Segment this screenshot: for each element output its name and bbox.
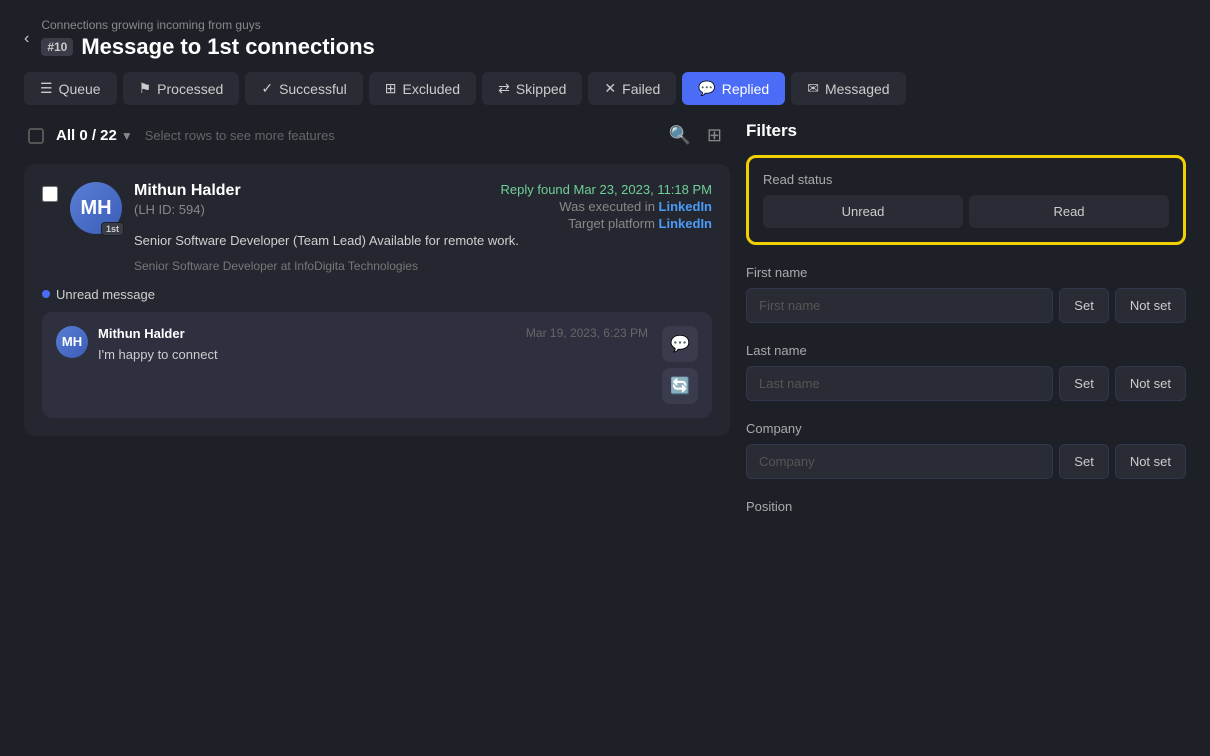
read-status-label: Read status — [763, 172, 1169, 187]
message-bubble: MH Mithun Halder Mar 19, 2023, 6:23 PM I… — [42, 312, 712, 418]
unread-badge: Unread message — [42, 287, 712, 302]
execution-info: Was executed in LinkedIn — [501, 199, 713, 214]
message-time: Mar 19, 2023, 6:23 PM — [526, 326, 648, 340]
first-name-label: First name — [746, 265, 1186, 280]
first-name-not-set-button[interactable]: Not set — [1115, 288, 1186, 323]
toolbar-actions: 🔍 ⊞ — [664, 121, 726, 150]
select-hint: Select rows to see more features — [145, 128, 653, 143]
reply-info: Reply found Mar 23, 2023, 11:18 PM Was e… — [501, 182, 713, 231]
platform-link[interactable]: LinkedIn — [659, 199, 712, 214]
contact-checkbox[interactable] — [42, 186, 58, 202]
tab-bar: ☰ Queue ⚑ Processed ✓ Successful ⊞ Exclu… — [0, 72, 1210, 121]
tab-queue[interactable]: ☰ Queue — [24, 72, 117, 105]
read-status-section: Read status Unread Read — [746, 155, 1186, 245]
successful-icon: ✓ — [261, 80, 273, 97]
message-text: I'm happy to connect — [98, 347, 648, 362]
main-content: All 0 / 22 ▼ Select rows to see more fea… — [0, 121, 1210, 756]
company-label: Company — [746, 421, 1186, 436]
company-row: Set Not set — [746, 444, 1186, 479]
processed-icon: ⚑ — [139, 80, 152, 97]
filter-icon-btn[interactable]: 🔍 — [664, 121, 694, 150]
grid-icon-btn[interactable]: ⊞ — [703, 121, 726, 150]
last-name-label: Last name — [746, 343, 1186, 358]
last-name-set-button[interactable]: Set — [1059, 366, 1109, 401]
avatar-wrapper: MH 1st — [70, 182, 122, 234]
last-name-input[interactable] — [746, 366, 1053, 401]
chevron-down-icon: ▼ — [121, 129, 133, 143]
tab-processed[interactable]: ⚑ Processed — [123, 72, 240, 105]
message-actions: 💬 🔄 — [662, 326, 698, 404]
tab-failed[interactable]: ✕ Failed — [588, 72, 676, 105]
page-header: ‹ Connections growing incoming from guys… — [0, 0, 1210, 72]
unread-dot-icon — [42, 290, 50, 298]
contact-main-row: Mithun Halder (LH ID: 594) Reply found M… — [134, 182, 712, 231]
skipped-icon: ⇄ — [498, 80, 510, 97]
toolbar: All 0 / 22 ▼ Select rows to see more fea… — [24, 121, 730, 150]
message-content: Mithun Halder Mar 19, 2023, 6:23 PM I'm … — [98, 326, 648, 362]
contact-headline: Senior Software Developer (Team Lead) Av… — [134, 231, 712, 251]
tab-successful[interactable]: ✓ Successful — [245, 72, 362, 105]
contact-info: Mithun Halder (LH ID: 594) — [134, 182, 501, 217]
connection-badge: 1st — [101, 222, 124, 236]
contact-id: (LH ID: 594) — [134, 202, 501, 217]
failed-icon: ✕ — [604, 80, 616, 97]
company-section: Company Set Not set — [746, 421, 1186, 479]
read-status-buttons: Unread Read — [763, 195, 1169, 228]
company-not-set-button[interactable]: Not set — [1115, 444, 1186, 479]
first-name-section: First name Set Not set — [746, 265, 1186, 323]
messaged-icon: ✉ — [807, 80, 819, 97]
last-name-row: Set Not set — [746, 366, 1186, 401]
campaign-badge: #10 — [41, 38, 73, 56]
tab-replied[interactable]: 💬 Replied — [682, 72, 785, 105]
unread-button[interactable]: Unread — [763, 195, 963, 228]
select-all-checkbox[interactable] — [28, 128, 44, 144]
read-button[interactable]: Read — [969, 195, 1169, 228]
message-header: Mithun Halder Mar 19, 2023, 6:23 PM — [98, 326, 648, 341]
filters-header: Filters — [746, 121, 1186, 141]
first-name-set-button[interactable]: Set — [1059, 288, 1109, 323]
refresh-button[interactable]: 🔄 — [662, 368, 698, 404]
reply-found: Reply found Mar 23, 2023, 11:18 PM — [501, 182, 713, 197]
first-name-row: Set Not set — [746, 288, 1186, 323]
header-text: Connections growing incoming from guys #… — [41, 18, 374, 60]
queue-icon: ☰ — [40, 80, 53, 97]
excluded-icon: ⊞ — [385, 80, 397, 97]
last-name-section: Last name Set Not set — [746, 343, 1186, 401]
contact-name: Mithun Halder — [134, 182, 501, 200]
company-input[interactable] — [746, 444, 1053, 479]
filters-panel: Filters Read status Unread Read First na… — [746, 121, 1186, 756]
tab-skipped[interactable]: ⇄ Skipped — [482, 72, 582, 105]
left-panel: All 0 / 22 ▼ Select rows to see more fea… — [24, 121, 730, 756]
company-set-button[interactable]: Set — [1059, 444, 1109, 479]
tab-messaged[interactable]: ✉ Messaged — [791, 72, 905, 105]
select-all-checkbox-wrapper[interactable] — [28, 128, 44, 144]
target-info: Target platform LinkedIn — [501, 216, 713, 231]
message-avatar: MH — [56, 326, 88, 358]
contact-card: MH 1st Mithun Halder (LH ID: 594) Reply … — [24, 164, 730, 436]
position-label: Position — [746, 499, 1186, 514]
position-section: Position — [746, 499, 1186, 522]
last-name-not-set-button[interactable]: Not set — [1115, 366, 1186, 401]
contact-current-role: Senior Software Developer at InfoDigita … — [134, 257, 712, 275]
back-button[interactable]: ‹ — [24, 30, 29, 48]
replied-icon: 💬 — [698, 80, 715, 97]
unread-label: Unread message — [56, 287, 155, 302]
contact-header: MH 1st Mithun Halder (LH ID: 594) Reply … — [42, 182, 712, 275]
header-subtitle: Connections growing incoming from guys — [41, 18, 374, 32]
select-count[interactable]: All 0 / 22 ▼ — [56, 127, 133, 144]
message-sender: Mithun Halder — [98, 326, 185, 341]
target-platform-link[interactable]: LinkedIn — [659, 216, 712, 231]
reply-button[interactable]: 💬 — [662, 326, 698, 362]
tab-excluded[interactable]: ⊞ Excluded — [369, 72, 476, 105]
header-title: #10 Message to 1st connections — [41, 34, 374, 60]
first-name-input[interactable] — [746, 288, 1053, 323]
campaign-title: Message to 1st connections — [81, 34, 374, 60]
